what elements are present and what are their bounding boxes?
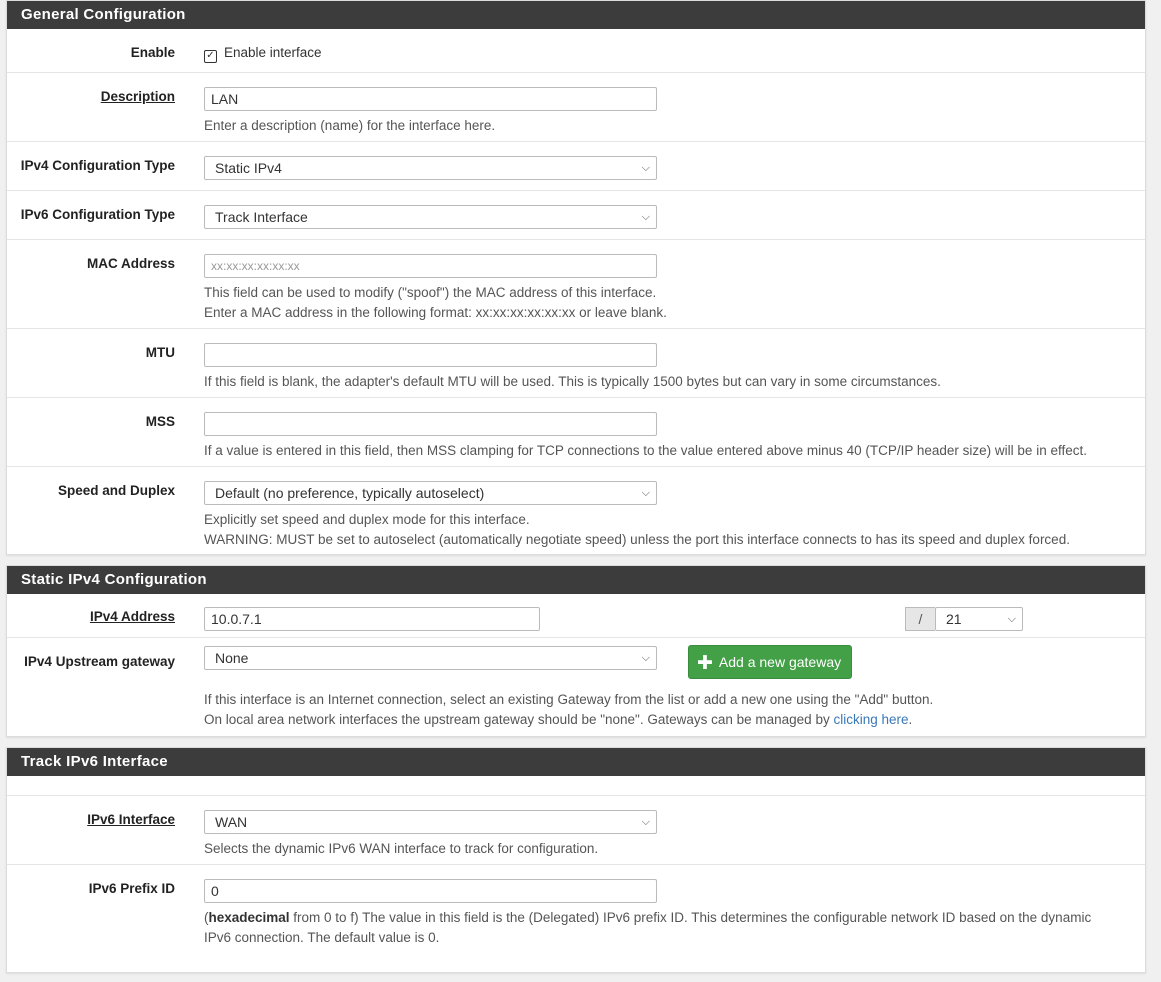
description-row: Description LAN Enter a description (nam… bbox=[7, 73, 1145, 142]
spacer-row bbox=[7, 776, 1145, 796]
gateway-label: IPv4 Upstream gateway bbox=[24, 654, 175, 669]
ipv6-prefix-row: IPv6 Prefix ID 0 (hexadecimal from 0 to … bbox=[7, 865, 1145, 953]
enable-checkbox[interactable]: ✓ bbox=[204, 50, 217, 63]
mac-input[interactable]: xx:xx:xx:xx:xx:xx bbox=[204, 254, 657, 278]
chevron-down-icon: ⌵ bbox=[1007, 613, 1016, 625]
ipv6-type-row: IPv6 Configuration Type Track Interface … bbox=[7, 191, 1145, 240]
speed-label: Speed and Duplex bbox=[57, 483, 175, 498]
ipv6-prefix-help: (hexadecimal from 0 to f) The value in t… bbox=[204, 908, 1134, 928]
gateway-help-2: On local area network interfaces the ups… bbox=[204, 710, 933, 730]
ipv6-type-value: Track Interface bbox=[215, 209, 308, 225]
general-configuration-panel: General Configuration Enable ✓ Enable int… bbox=[6, 0, 1146, 555]
track-ipv6-title: Track IPv6 Interface bbox=[7, 748, 1145, 776]
ipv6-prefix-help-2: IPv6 connection. The default value is 0. bbox=[204, 930, 440, 945]
mtu-input[interactable] bbox=[204, 343, 657, 367]
gateway-help-2-suffix: . bbox=[908, 712, 913, 727]
add-gateway-label: Add a new gateway bbox=[718, 654, 842, 670]
cidr-group: / 21 ⌵ bbox=[905, 607, 1023, 631]
ipv6-interface-select[interactable]: WAN ⌵ bbox=[204, 810, 657, 834]
ipv6-interface-row: IPv6 Interface WAN ⌵ Selects the dynamic… bbox=[7, 796, 1145, 865]
chevron-down-icon: ⌵ bbox=[641, 211, 650, 223]
speed-value: Default (no preference, typically autose… bbox=[215, 485, 485, 501]
speed-help-2: WARNING: MUST be set to autoselect (auto… bbox=[204, 532, 1070, 547]
chevron-down-icon: ⌵ bbox=[641, 652, 650, 664]
enable-row: Enable ✓ Enable interface bbox=[7, 29, 1145, 73]
ipv6-prefix-input[interactable]: 0 bbox=[204, 879, 657, 903]
gateway-select[interactable]: None ⌵ bbox=[204, 646, 657, 670]
description-input[interactable]: LAN bbox=[204, 87, 657, 111]
ipv6-prefix-help-text: from 0 to f) The value in this field is … bbox=[289, 910, 1092, 925]
gateway-help-2-text: On local area network interfaces the ups… bbox=[204, 712, 834, 727]
mss-label: MSS bbox=[145, 414, 175, 429]
mtu-row: MTU If this field is blank, the adapter'… bbox=[7, 329, 1145, 398]
ipv6-interface-help: Selects the dynamic IPv6 WAN interface t… bbox=[204, 841, 599, 856]
plus-icon: ✚ bbox=[697, 653, 713, 674]
mtu-help: If this field is blank, the adapter's de… bbox=[204, 374, 941, 389]
mac-help-1: This field can be used to modify ("spoof… bbox=[204, 285, 657, 300]
enable-label: Enable bbox=[130, 45, 175, 60]
speed-help-1: Explicitly set speed and duplex mode for… bbox=[204, 512, 530, 527]
cidr-value: 21 bbox=[946, 611, 962, 627]
ipv4-type-label: IPv4 Configuration Type bbox=[20, 158, 175, 173]
cidr-slash: / bbox=[905, 607, 935, 631]
hexadecimal-bold: hexadecimal bbox=[208, 910, 290, 925]
description-help: Enter a description (name) for the inter… bbox=[204, 118, 496, 133]
chevron-down-icon: ⌵ bbox=[641, 162, 650, 174]
mac-help-2: Enter a MAC address in the following for… bbox=[204, 305, 667, 320]
ipv4-address-row: IPv4 Address 10.0.7.1 / 21 ⌵ bbox=[7, 594, 1145, 638]
ipv4-address-label[interactable]: IPv4 Address bbox=[5, 609, 175, 624]
chevron-down-icon: ⌵ bbox=[641, 816, 650, 828]
mss-help: If a value is entered in this field, the… bbox=[204, 443, 1087, 458]
chevron-down-icon: ⌵ bbox=[641, 487, 650, 499]
ipv4-type-value: Static IPv4 bbox=[215, 160, 282, 176]
add-gateway-button[interactable]: ✚ Add a new gateway bbox=[688, 645, 853, 679]
ipv6-interface-label[interactable]: IPv6 Interface bbox=[5, 812, 175, 827]
ipv4-type-select[interactable]: Static IPv4 ⌵ bbox=[204, 156, 657, 180]
mss-input[interactable] bbox=[204, 412, 657, 436]
gateway-help-1: If this interface is an Internet connect… bbox=[204, 692, 934, 707]
static-ipv4-panel: Static IPv4 Configuration IPv4 Address 1… bbox=[6, 565, 1146, 737]
ipv6-type-select[interactable]: Track Interface ⌵ bbox=[204, 205, 657, 229]
ipv4-type-row: IPv4 Configuration Type Static IPv4 ⌵ bbox=[7, 142, 1145, 191]
gateway-value: None bbox=[215, 650, 249, 666]
mtu-label: MTU bbox=[145, 345, 175, 360]
cidr-select[interactable]: 21 ⌵ bbox=[935, 607, 1023, 631]
enable-checkbox-label[interactable]: Enable interface bbox=[224, 45, 322, 60]
speed-row: Speed and Duplex Default (no preference,… bbox=[7, 467, 1145, 555]
ipv6-prefix-label: IPv6 Prefix ID bbox=[88, 881, 175, 896]
mac-row: MAC Address xx:xx:xx:xx:xx:xx This field… bbox=[7, 240, 1145, 329]
description-label[interactable]: Description bbox=[5, 89, 175, 104]
track-ipv6-panel: Track IPv6 Interface IPv6 Interface WAN … bbox=[6, 747, 1146, 973]
speed-select[interactable]: Default (no preference, typically autose… bbox=[204, 481, 657, 505]
mac-label: MAC Address bbox=[86, 256, 175, 271]
ipv6-interface-value: WAN bbox=[215, 814, 248, 830]
enable-checkbox-group[interactable]: ✓ Enable interface bbox=[204, 45, 322, 63]
static-ipv4-title: Static IPv4 Configuration bbox=[7, 566, 1145, 594]
general-configuration-title: General Configuration bbox=[7, 1, 1145, 29]
gateways-link[interactable]: clicking here bbox=[833, 712, 908, 727]
ipv4-address-input[interactable]: 10.0.7.1 bbox=[204, 607, 540, 631]
mss-row: MSS If a value is entered in this field,… bbox=[7, 398, 1145, 467]
gateway-row: IPv4 Upstream gateway None ⌵ ✚ Add a new … bbox=[7, 638, 1145, 735]
ipv6-type-label: IPv6 Configuration Type bbox=[20, 207, 175, 222]
